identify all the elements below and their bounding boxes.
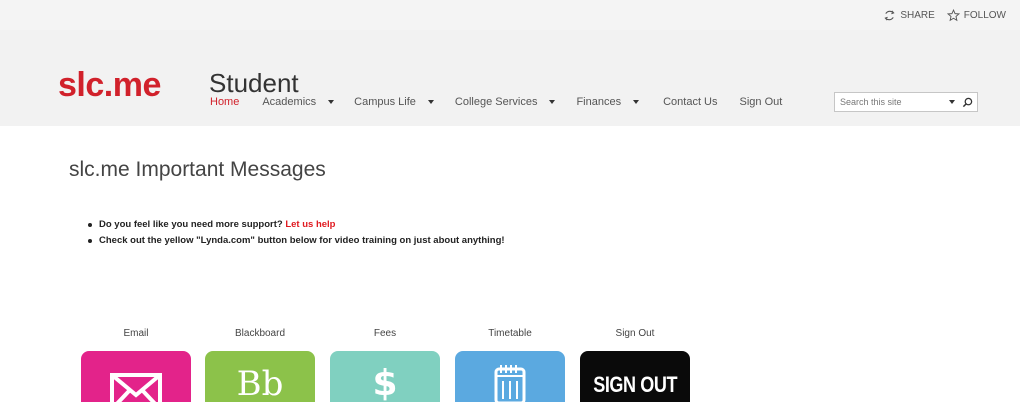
site-title[interactable]: Student: [209, 68, 299, 98]
list-item: Do you feel like you need more support? …: [88, 219, 505, 230]
blackboard-icon: Bb: [236, 364, 284, 402]
list-item: Check out the yellow "Lynda.com" button …: [88, 235, 505, 246]
search-button[interactable]: [960, 95, 974, 109]
tile-label-sign-out: Sign Out: [615, 328, 655, 339]
let-us-help-link[interactable]: Let us help: [285, 219, 335, 230]
email-tile[interactable]: [81, 351, 191, 402]
nav-item-contact-us[interactable]: Contact Us: [663, 96, 717, 108]
page-title: slc.me Important Messages: [69, 158, 326, 181]
tile-label-fees: Fees: [373, 328, 397, 339]
follow-label: FOLLOW: [963, 10, 1006, 21]
top-bar: SHARE FOLLOW: [0, 0, 1020, 30]
nav-item-sign-out[interactable]: Sign Out: [740, 96, 783, 108]
nav-item-academics[interactable]: Academics: [262, 96, 335, 108]
timetable-tile[interactable]: [455, 351, 565, 402]
search-input[interactable]: [835, 93, 947, 111]
chevron-down-icon: [633, 100, 640, 104]
tile-label-timetable: Timetable: [488, 328, 532, 339]
chevron-down-icon[interactable]: [949, 100, 955, 104]
nav-item-college-services[interactable]: College Services: [455, 96, 556, 108]
nav-item-label: College Services: [454, 96, 538, 108]
message-text: Check out the yellow "Lynda.com" button …: [99, 235, 505, 246]
follow-button[interactable]: FOLLOW: [946, 9, 1006, 22]
blackboard-tile[interactable]: Bb: [205, 351, 315, 402]
sign-out-tile[interactable]: SIGN OUT: [580, 351, 690, 402]
star-icon: [946, 9, 960, 22]
nav-item-label: Campus Life: [354, 96, 416, 108]
nav-item-label: Finances: [576, 96, 622, 108]
nav-item-campus-life[interactable]: Campus Life: [354, 96, 434, 108]
top-actions: SHARE FOLLOW: [883, 9, 1006, 22]
nav-item-label: Sign Out: [739, 96, 783, 108]
sign-out-icon: SIGN OUT: [593, 372, 677, 397]
search-icon: [962, 97, 972, 107]
nav-item-finances[interactable]: Finances: [576, 96, 640, 108]
important-messages-list: Do you feel like you need more support? …: [88, 219, 505, 251]
message-text: Do you feel like you need more support?: [99, 219, 286, 230]
envelope-icon: [110, 373, 162, 402]
tile-label-blackboard: Blackboard: [234, 328, 286, 339]
chevron-down-icon: [427, 100, 434, 104]
calendar-icon: [494, 365, 526, 402]
tile-label-email: Email: [123, 328, 149, 339]
fees-tile[interactable]: $: [330, 351, 440, 402]
dollar-icon: $: [372, 363, 398, 402]
nav-item-label: Home: [210, 96, 240, 108]
share-button[interactable]: SHARE: [883, 9, 935, 22]
top-navigation: Home Academics Campus Life College Servi…: [210, 96, 782, 108]
chevron-down-icon: [549, 100, 556, 104]
nav-item-label: Academics: [262, 96, 317, 108]
nav-item-home[interactable]: Home: [210, 96, 239, 108]
chevron-down-icon: [328, 100, 335, 104]
share-label: SHARE: [900, 10, 935, 21]
share-icon: [884, 10, 895, 21]
search-box: [834, 92, 978, 112]
site-logo[interactable]: slc.me: [58, 68, 161, 102]
nav-item-label: Contact Us: [663, 96, 718, 108]
